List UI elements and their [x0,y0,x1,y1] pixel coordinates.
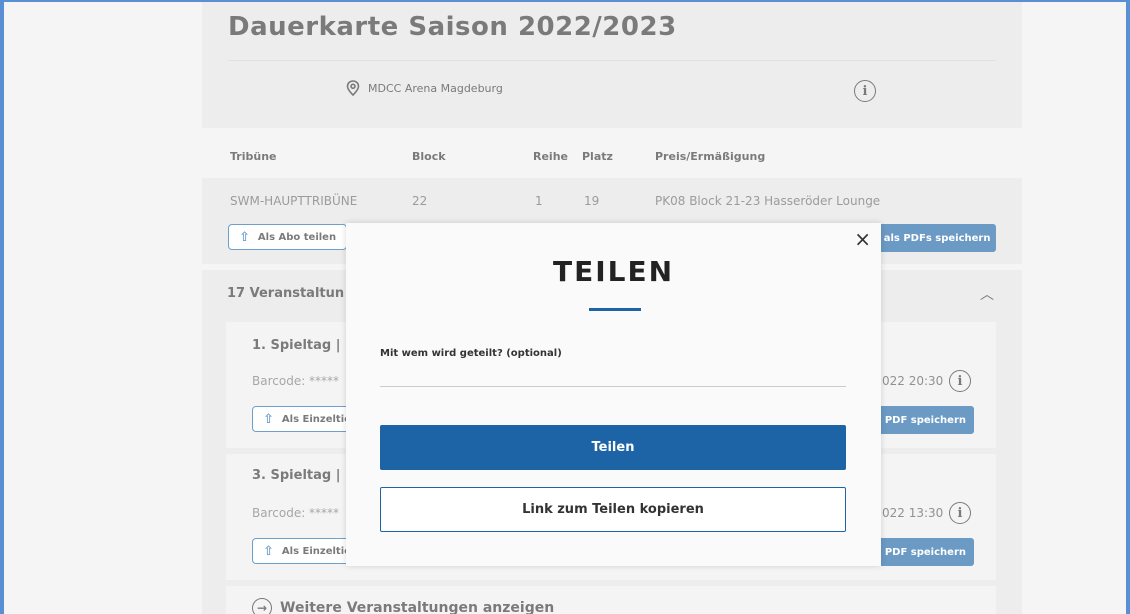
share-button[interactable]: Teilen [380,425,846,470]
title-accent-bar [589,308,641,311]
share-dialog: × TEILEN Mit wem wird geteilt? (optional… [346,223,881,566]
close-icon[interactable]: × [854,227,871,251]
dialog-title: TEILEN [552,255,675,288]
recipient-input[interactable] [380,367,846,387]
recipient-field-label: Mit wem wird geteilt? (optional) [380,348,562,359]
copy-link-button[interactable]: Link zum Teilen kopieren [380,487,846,532]
ticket-page: Dauerkarte Saison 2022/2023 MDCC Arena M… [4,2,1126,614]
